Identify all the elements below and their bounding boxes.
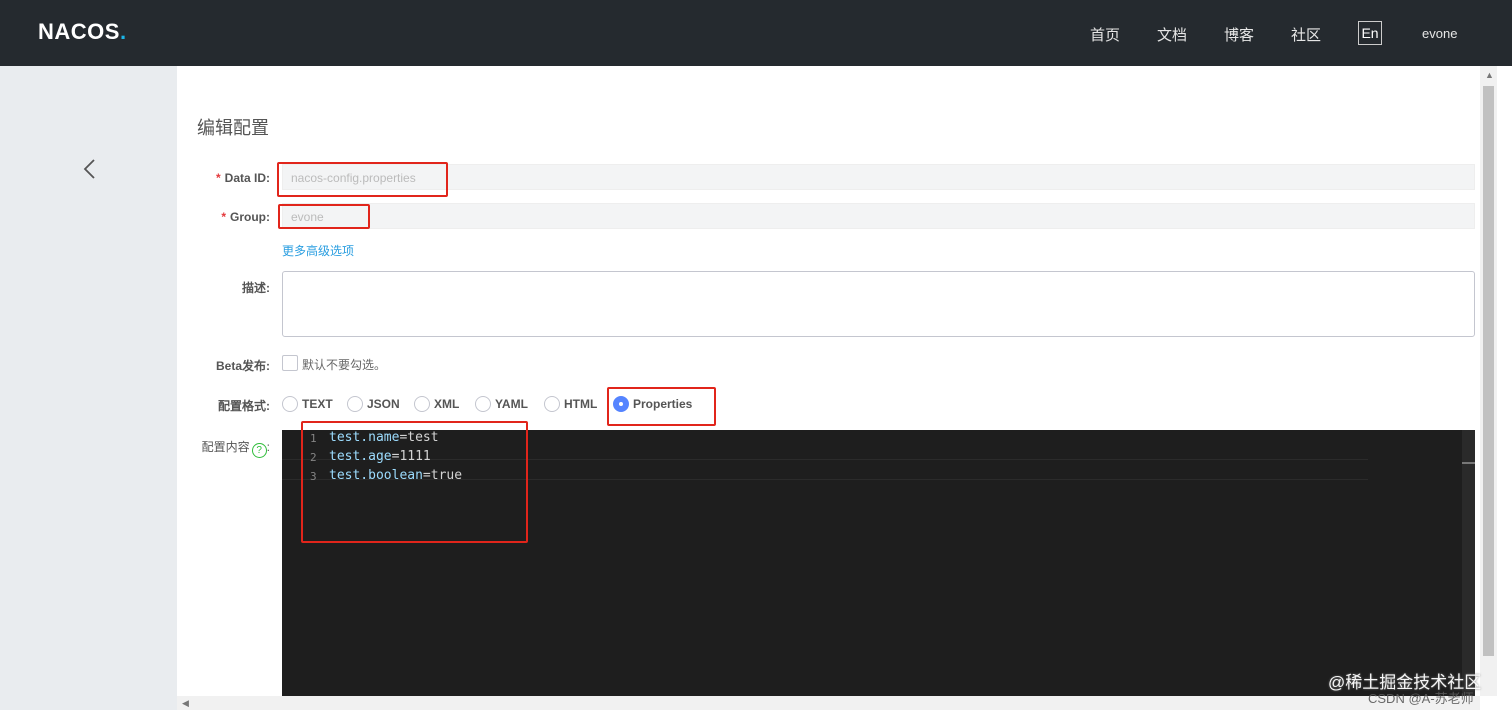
- nav-community[interactable]: 社区: [1291, 24, 1321, 45]
- sidebar: [0, 66, 177, 710]
- username[interactable]: evone: [1422, 26, 1457, 41]
- highlight-box-content: [301, 421, 528, 543]
- scroll-left-icon[interactable]: ◀: [182, 698, 189, 709]
- description-textarea[interactable]: [282, 271, 1475, 337]
- page-title: 编辑配置: [197, 118, 269, 138]
- format-label: 配置格式:: [218, 399, 270, 413]
- data-id-input[interactable]: nacos-config.properties: [282, 164, 1475, 190]
- nav-docs[interactable]: 文档: [1157, 24, 1187, 45]
- help-icon[interactable]: ?: [251, 443, 267, 458]
- format-radio-xml[interactable]: [414, 396, 430, 412]
- required-asterisk: *: [221, 210, 226, 224]
- highlight-box-data-id: [277, 162, 448, 197]
- highlight-box-format: [607, 387, 716, 426]
- vertical-scrollbar[interactable]: ▲: [1480, 66, 1497, 696]
- content-label: 配置内容?:: [201, 440, 270, 458]
- advanced-options-link[interactable]: 更多高级选项: [282, 242, 354, 259]
- format-label-yaml[interactable]: YAML: [495, 397, 528, 411]
- horizontal-scrollbar[interactable]: ◀: [177, 696, 1480, 710]
- format-radio-json[interactable]: [347, 396, 363, 412]
- language-toggle-button[interactable]: En: [1358, 21, 1382, 45]
- watermark-csdn: CSDN @A-苏老师: [1368, 691, 1474, 706]
- required-asterisk: *: [215, 171, 221, 185]
- format-label-text[interactable]: TEXT: [302, 397, 333, 411]
- back-arrow-icon[interactable]: [80, 158, 102, 180]
- format-radio-text[interactable]: [282, 396, 298, 412]
- format-label-xml[interactable]: XML: [434, 397, 459, 411]
- format-label-json[interactable]: JSON: [367, 397, 400, 411]
- format-radio-yaml[interactable]: [475, 396, 491, 412]
- nacos-logo[interactable]: NACOS.: [38, 19, 127, 45]
- beta-label: Beta发布:: [215, 359, 270, 373]
- editor-minimap[interactable]: [1462, 430, 1475, 696]
- vertical-scrollbar-thumb[interactable]: [1483, 86, 1494, 656]
- editor-minimap-slider[interactable]: [1462, 462, 1475, 464]
- top-navbar: NACOS. 首页 文档 博客 社区 En evone: [0, 0, 1512, 66]
- beta-hint: 默认不要勾选。: [302, 358, 387, 372]
- group-label: * Group:: [221, 210, 270, 224]
- format-label-html[interactable]: HTML: [564, 397, 597, 411]
- beta-checkbox[interactable]: [282, 355, 298, 371]
- highlight-box-group: [278, 204, 370, 229]
- format-radio-html[interactable]: [544, 396, 560, 412]
- description-label: 描述:: [242, 281, 270, 295]
- nav-home[interactable]: 首页: [1090, 24, 1120, 45]
- scroll-up-icon[interactable]: ▲: [1485, 70, 1494, 80]
- nav-blog[interactable]: 博客: [1224, 24, 1254, 45]
- group-input[interactable]: evone: [282, 203, 1475, 229]
- data-id-label: * Data ID:: [215, 171, 270, 185]
